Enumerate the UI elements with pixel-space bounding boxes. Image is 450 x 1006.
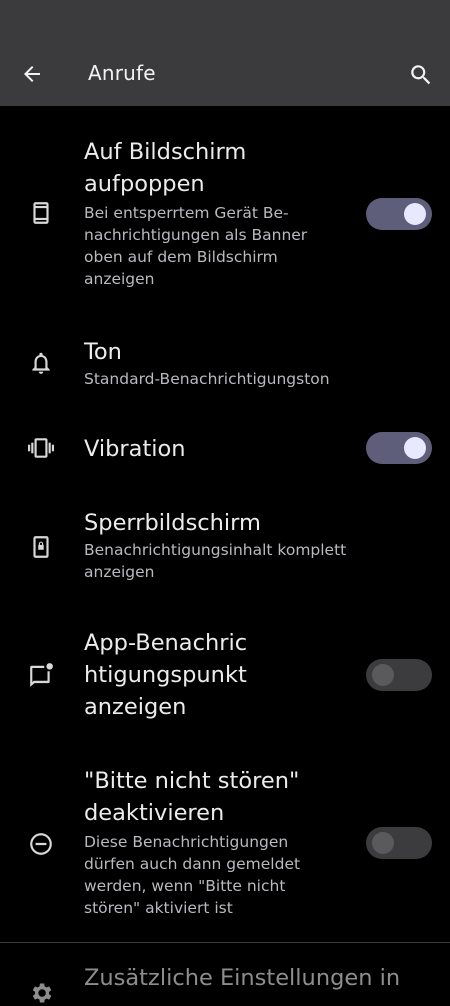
setting-row-sound[interactable]: Ton Standard-Benachrichtigungston	[0, 336, 450, 396]
setting-title-line: "Bitte nicht stören"	[84, 768, 300, 794]
search-icon[interactable]	[408, 62, 434, 88]
bell-icon	[32, 352, 50, 374]
setting-title-line: Auf Bildschirm	[84, 139, 247, 165]
setting-title-line: htigungspunkt	[84, 662, 247, 688]
additional-settings-link[interactable]: Zusätzliche Einstellungen in	[84, 962, 400, 994]
setting-row-heads-up[interactable]: Auf Bildschirm aufpoppen Bei entsperrtem…	[0, 136, 450, 298]
toggle-thumb	[372, 832, 394, 854]
heads-up-toggle[interactable]	[366, 198, 432, 230]
vibration-toggle[interactable]	[366, 432, 432, 464]
setting-title: Sperrbildschirm	[84, 510, 261, 536]
setting-summary-line: stören" aktiviert ist	[84, 899, 233, 917]
setting-row-dnd-override[interactable]: "Bitte nicht stören" deaktivieren Diese …	[0, 765, 450, 925]
lock-screen-icon	[33, 536, 49, 558]
setting-summary-line: anzeigen	[84, 270, 155, 288]
status-bar	[0, 0, 450, 42]
toggle-thumb	[372, 664, 394, 686]
setting-summary-line: dürfen auch dann gemeldet	[84, 855, 301, 873]
setting-title-line: deaktivieren	[84, 800, 225, 826]
setting-summary-line: Diese Benachrichtigungen	[84, 833, 289, 851]
notification-dot-toggle[interactable]	[366, 659, 432, 691]
divider	[0, 942, 450, 943]
setting-title-line: aufpoppen	[84, 171, 205, 197]
setting-summary-line: anzeigen	[84, 563, 155, 581]
phone-screen-icon	[33, 202, 49, 224]
gear-icon	[32, 983, 52, 1003]
dnd-override-toggle[interactable]	[366, 827, 432, 859]
setting-summary-line: werden, wenn "Bitte nicht	[84, 877, 286, 895]
back-arrow-icon[interactable]	[18, 62, 46, 86]
page-title: Anrufe	[88, 61, 156, 85]
toggle-thumb	[404, 203, 426, 225]
do-not-disturb-icon	[30, 833, 52, 855]
vibration-icon	[28, 438, 54, 458]
setting-title-line: anzeigen	[84, 694, 187, 720]
setting-row-vibration[interactable]: Vibration	[0, 432, 450, 468]
setting-title: Ton	[84, 339, 122, 365]
notification-dot-icon	[30, 663, 53, 687]
setting-title: Vibration	[84, 436, 186, 462]
setting-summary-line: nachrichtigungen als Banner	[84, 226, 308, 244]
app-bar: Anrufe	[0, 42, 450, 106]
setting-summary-line: oben auf dem Bildschirm	[84, 248, 278, 266]
setting-title-line: App-Benachric	[84, 630, 248, 656]
setting-summary-line: Bei entsperrtem Gerät Be-	[84, 204, 289, 222]
setting-row-notification-dot[interactable]: App-Benachric htigungspunkt anzeigen	[0, 627, 450, 725]
setting-summary: Standard-Benachrichtigungston	[84, 370, 330, 388]
setting-row-lock-screen[interactable]: Sperrbildschirm Benachrichtigungsinhalt …	[0, 507, 450, 589]
setting-summary-line: Benachrichtigungsinhalt komplett	[84, 541, 347, 559]
toggle-thumb	[404, 437, 426, 459]
